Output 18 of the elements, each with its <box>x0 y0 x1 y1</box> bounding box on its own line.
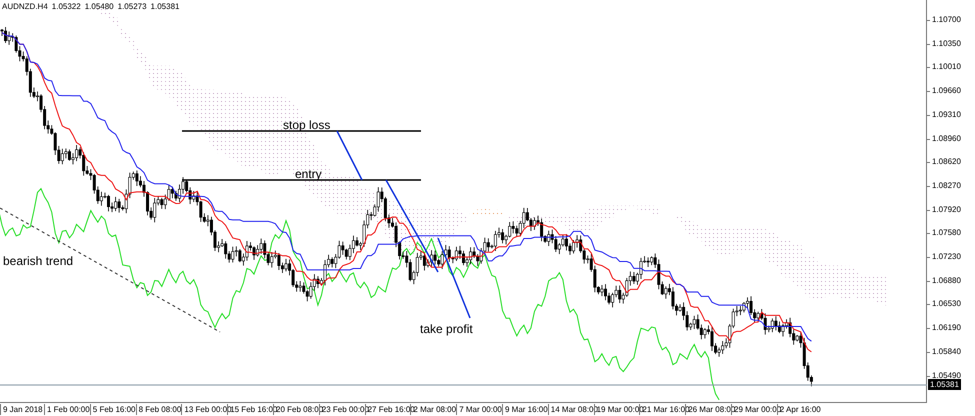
chart-symbol: AUDNZD.H4 <box>2 2 48 11</box>
quote-value: 1.05480 <box>84 2 114 11</box>
projection-line <box>336 130 363 180</box>
quote-value: 1.05381 <box>150 2 180 11</box>
annotation-label: take profit <box>420 322 473 336</box>
annotation-label: stop loss <box>283 118 330 132</box>
current-price-label: 1.05381 <box>928 379 961 390</box>
time-tick-label: 7 Mar 00:00 <box>456 404 502 415</box>
annotation-label: bearish trend <box>3 254 74 268</box>
time-tick-label: 9 Jan 2018 <box>0 404 43 415</box>
time-tick-label: 1 Feb 00:00 <box>44 404 90 415</box>
annotation-label: entry <box>295 167 322 181</box>
price-tick-label: 1.08960 <box>927 132 961 144</box>
time-tick-label: 5 Feb 16:00 <box>90 404 136 415</box>
time-tick-label: 9 Mar 16:00 <box>502 404 548 415</box>
quote-value: 1.05273 <box>118 2 147 11</box>
time-tick-label: 8 Feb 08:00 <box>136 404 182 415</box>
quote-value: 1.05322 <box>52 2 81 11</box>
